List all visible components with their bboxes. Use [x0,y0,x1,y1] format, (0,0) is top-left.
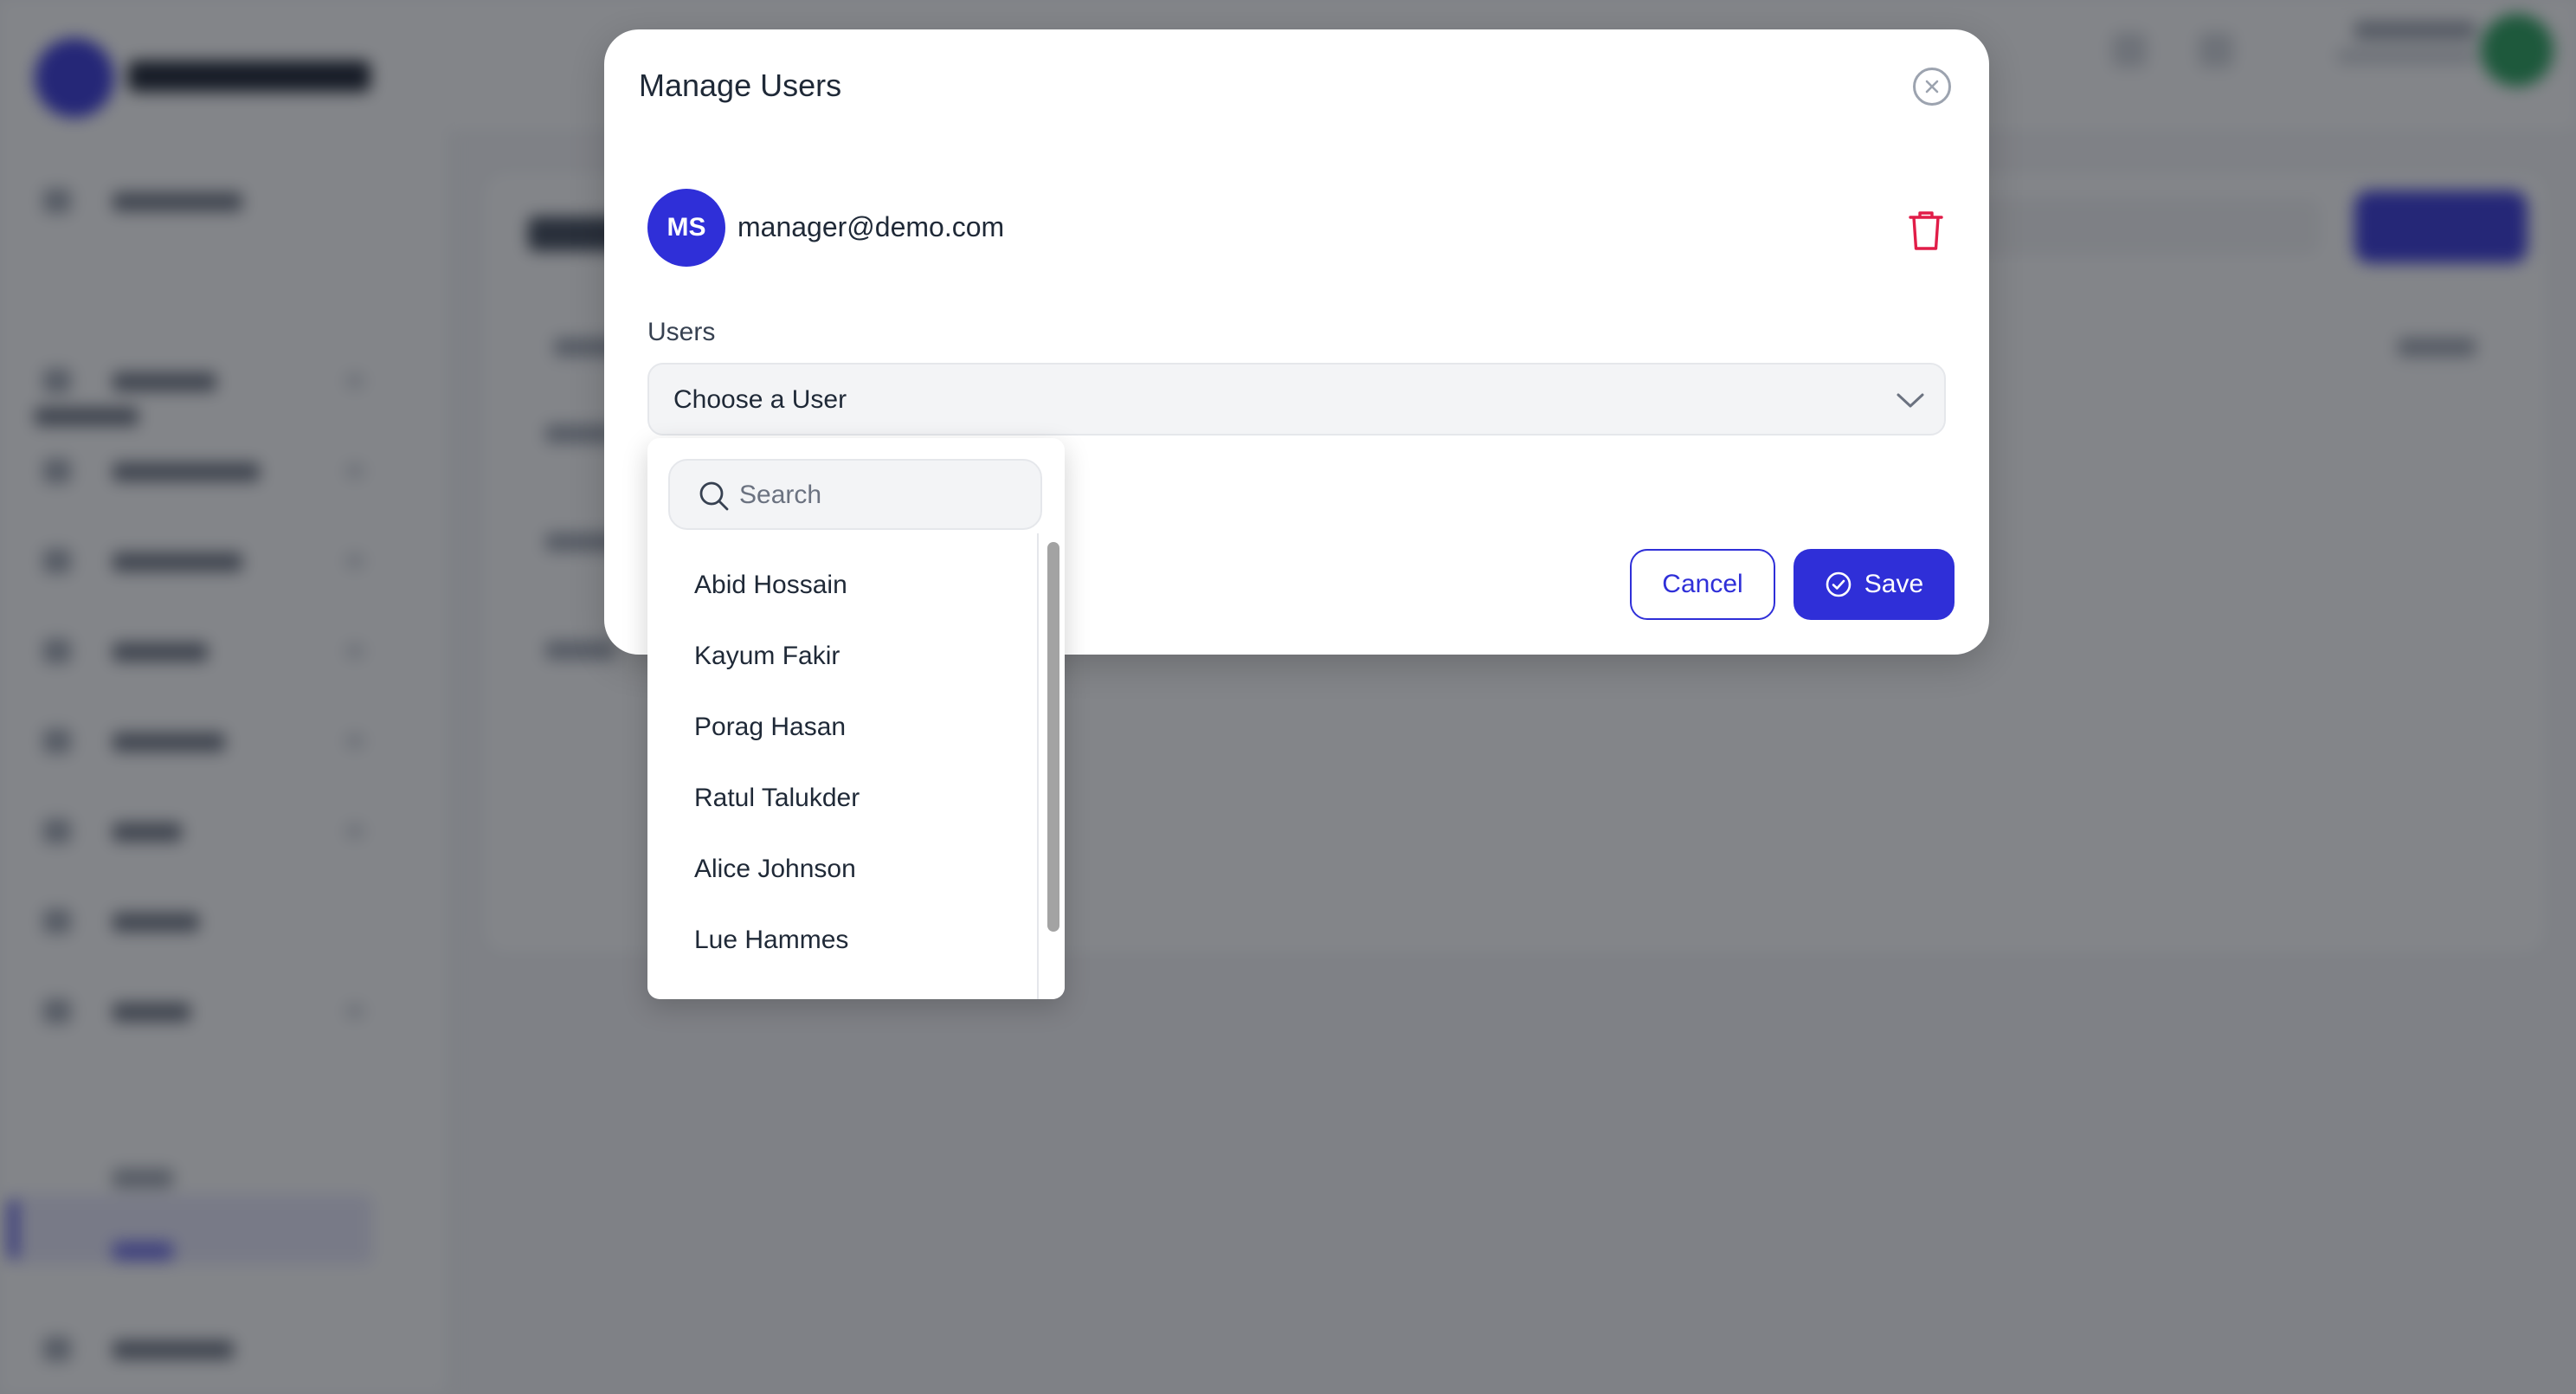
check-circle-icon [1826,571,1852,597]
users-label: Users [647,318,716,346]
dropdown-option[interactable]: Kayum Fakir [694,630,1023,682]
dropdown-options: Abid Hossain Kayum Fakir Porag Hasan Rat… [647,549,1037,999]
dropdown-scrollbar[interactable] [1037,533,1065,999]
user-dropdown: Abid Hossain Kayum Fakir Porag Hasan Rat… [647,438,1065,999]
delete-manager-button[interactable] [1904,206,1948,255]
search-icon [699,481,729,511]
modal-title: Manage Users [639,68,842,103]
close-icon [1925,80,1939,94]
dropdown-search-input[interactable] [739,473,1025,518]
chevron-down-icon [1897,393,1924,408]
save-button[interactable]: Save [1794,549,1955,620]
dropdown-option[interactable]: Lue Hammes [694,914,1023,966]
trash-icon [1909,211,1943,250]
dropdown-option[interactable]: Porag Hasan [694,701,1023,753]
close-button[interactable] [1913,68,1951,106]
cancel-button[interactable]: Cancel [1630,549,1775,620]
dropdown-scrollbar-thumb[interactable] [1047,542,1059,932]
dropdown-option[interactable]: Alice Johnson [694,843,1023,895]
dropdown-search [668,459,1042,530]
manager-email: manager@demo.com [737,211,1005,242]
dropdown-option[interactable]: Abid Hossain [694,559,1023,611]
save-button-label: Save [1864,570,1924,598]
user-select-placeholder: Choose a User [673,385,847,414]
user-select[interactable]: Choose a User [647,363,1946,436]
dropdown-option[interactable]: Ratul Talukder [694,772,1023,824]
manager-avatar: MS [647,189,725,267]
